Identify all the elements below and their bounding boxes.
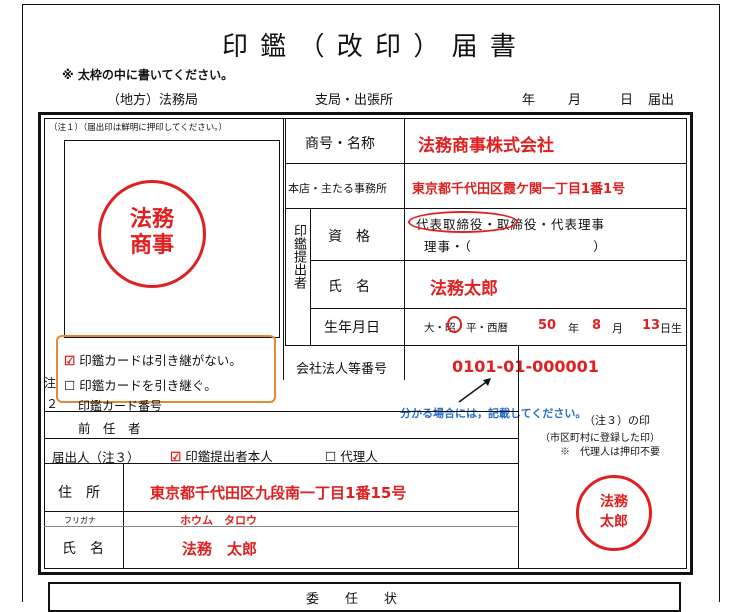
dob-era-circle — [447, 316, 462, 333]
header-year: 年 — [522, 93, 536, 108]
empty-checkbox-icon[interactable]: ☐ — [64, 378, 75, 393]
hq-value: 東京都千代田区霞ケ関一丁目1番1号 — [412, 182, 626, 197]
dob-month-unit: 月 — [612, 322, 623, 335]
checked-checkbox-icon[interactable]: ☑ — [64, 353, 75, 368]
dob-day-unit: 日生 — [660, 322, 682, 335]
card-option2[interactable]: ☐ 印鑑カードを引き継ぐ。 — [64, 375, 217, 394]
seal-box-note2: ※ 代理人は押印不要 — [560, 447, 660, 458]
name-value: 法務太郎 — [430, 279, 498, 299]
page-title: 印 鑑 （ 改 印 ） 届 書 — [222, 32, 518, 62]
person-seal-line2: 太郎 — [600, 514, 628, 530]
hq-label: 本店・主たる事務所 — [288, 182, 387, 195]
checked-checkbox-icon[interactable]: ☑ — [170, 449, 181, 464]
submitter-self-label: 印鑑提出者本人 — [185, 449, 273, 464]
dob-day: 13 — [642, 318, 661, 333]
pointer-arrow — [458, 378, 491, 403]
footer-title: 委 任 状 — [306, 592, 398, 607]
person-seal-line1: 法務 — [600, 494, 628, 510]
address-label: 住 所 — [58, 485, 100, 501]
dob-year-unit: 年 — [568, 322, 579, 335]
person-seal: 法務 太郎 — [576, 475, 652, 551]
card-option2-label: 印鑑カードを引き継ぐ。 — [79, 378, 217, 393]
page-border-right — [719, 4, 720, 602]
seal-box-title: （注３）の印 — [584, 414, 650, 427]
name-label: 氏 名 — [328, 279, 370, 295]
empty-checkbox-icon[interactable]: ☐ — [325, 449, 336, 464]
header-day: 日 — [620, 93, 634, 108]
trade-name-label: 商号・名称 — [305, 136, 375, 152]
qualification-line2: 理事・（ ） — [424, 239, 607, 254]
qualification-circle — [408, 211, 518, 233]
header-bureau: （地方）法務局 — [107, 93, 199, 108]
card-option1-label: 印鑑カードは引き継がない。 — [79, 353, 242, 368]
seal-box-note1: （市区町村に登録した印） — [540, 433, 660, 444]
corp-no-note: 分かる場合には，記載してください。 — [400, 407, 587, 420]
company-seal-line2: 商事 — [129, 233, 174, 258]
submitter-name-label: 氏 名 — [62, 541, 104, 557]
note1: （注１）（届出印は鮮明に押印してください。） — [49, 123, 227, 133]
header-submit: 届出 — [648, 93, 675, 108]
note2-b: ２ — [46, 397, 59, 411]
header-month: 月 — [568, 93, 582, 108]
predecessor-label: 前 任 者 — [78, 421, 141, 436]
company-seal-line1: 法務 — [129, 207, 174, 232]
qualification-label: 資 格 — [328, 229, 370, 245]
submitter-name-value: 法務 太郎 — [182, 540, 258, 558]
company-seal: 法務 商事 — [98, 180, 206, 288]
address-value: 東京都千代田区九段南一丁目1番15号 — [150, 484, 407, 502]
page-border-top — [22, 4, 720, 5]
card-option1[interactable]: ☑ 印鑑カードは引き継がない。 — [64, 350, 242, 369]
dob-era: 大・昭・平・西暦 — [424, 322, 508, 334]
header-branch: 支局・出張所 — [315, 93, 394, 108]
trade-name-value: 法務商事株式会社 — [418, 136, 554, 156]
instruction-text: ※ 太枠の中に書いてください。 — [62, 68, 234, 82]
submitter-agent-label: 代理人 — [340, 449, 378, 464]
applicant-label: 印鑑提出者 — [291, 224, 306, 289]
dob-label: 生年月日 — [324, 320, 380, 336]
dob-month: 8 — [592, 318, 602, 333]
corp-no-label: 会社法人等番号 — [296, 362, 388, 377]
furigana-label: フリガナ — [64, 516, 96, 525]
dob-year: 50 — [538, 318, 557, 333]
note2-a: 注 — [44, 376, 57, 390]
page-border-left — [22, 4, 23, 602]
